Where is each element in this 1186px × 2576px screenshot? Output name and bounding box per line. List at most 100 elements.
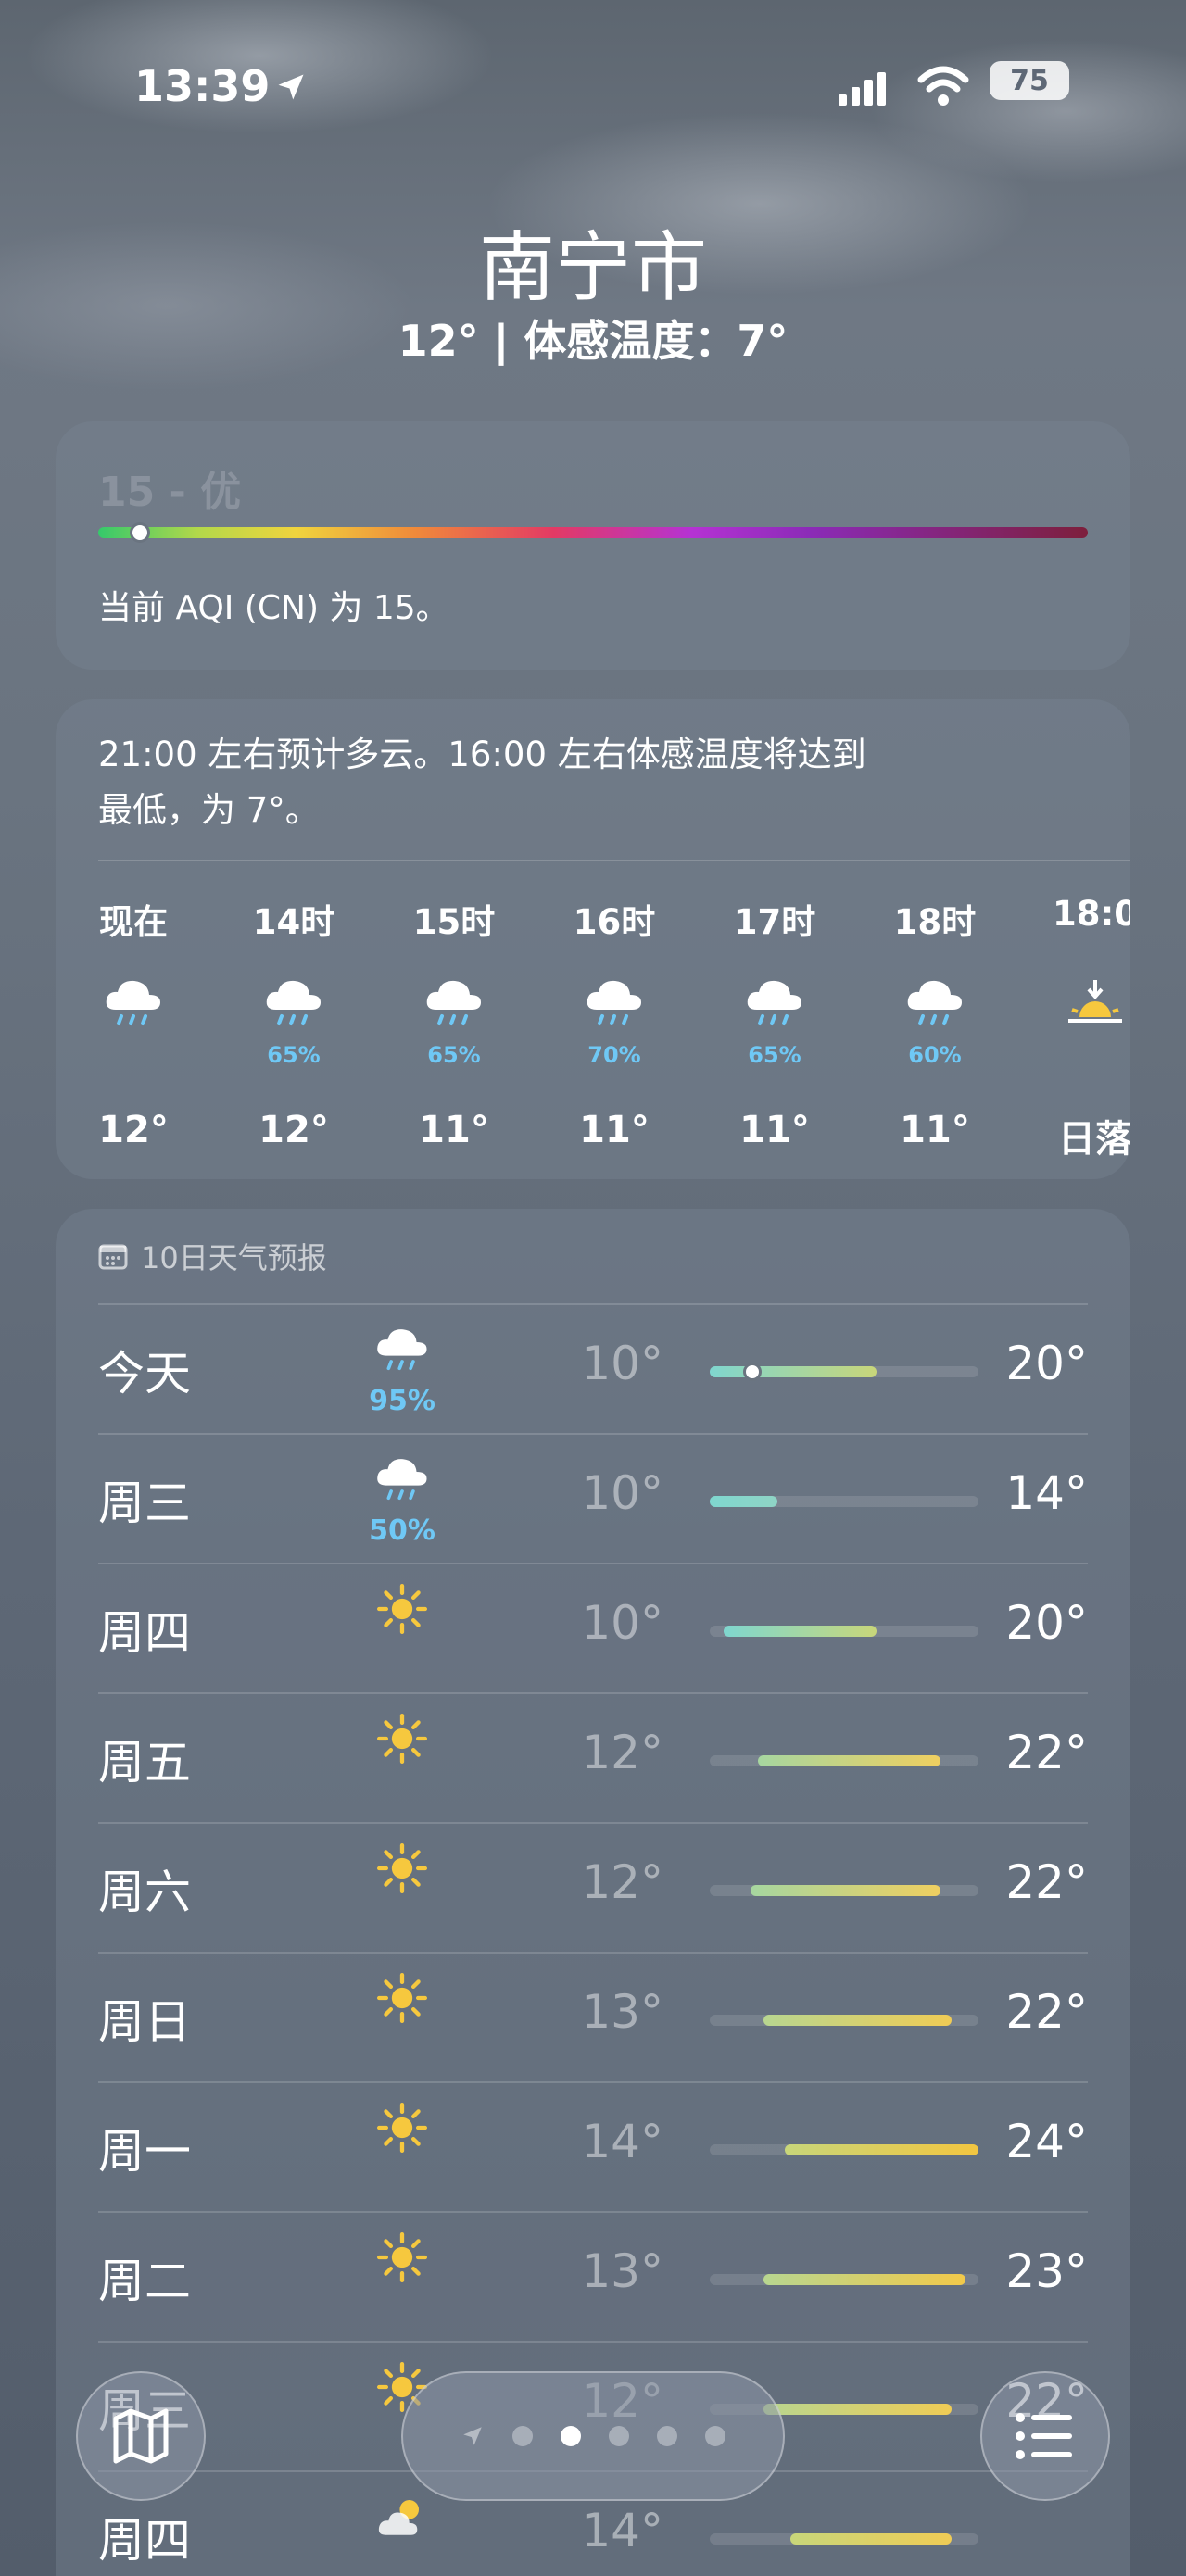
hourly-summary-line: 21:00 左右预计多云。16:00 左右体感温度将达到 [98, 735, 866, 774]
wifi-icon [917, 65, 969, 111]
daily-row[interactable]: 周五 12° 22° [98, 1692, 1088, 1822]
cloud-rain-icon [719, 968, 830, 1042]
temperature-range-track [710, 1885, 978, 1896]
battery-indicator: 75 [990, 61, 1069, 100]
page-dot[interactable] [657, 2426, 677, 2446]
hourly-summary: 21:00 左右预计多云。16:00 左右体感温度将达到 最低，为 7°。 [98, 727, 1025, 838]
sun-icon [360, 2100, 444, 2159]
day-name: 周四 [98, 2514, 191, 2568]
cloud-rain-icon: 50% [360, 1451, 444, 1547]
hourly-item: 17时 65% 11° [719, 894, 830, 1151]
low-temperature: 13° [581, 1985, 663, 2039]
temperature-range-track [710, 2274, 978, 2285]
sun-icon [377, 2103, 427, 2153]
aqi-card[interactable]: 15 - 优 当前 AQI (CN) 为 15。 [56, 421, 1130, 670]
current-temperature: 12° | 体感温度：7° [397, 316, 789, 366]
cloud-rain-icon [266, 980, 321, 1025]
cloud-rain-icon [587, 980, 641, 1025]
cloud-rain-icon [398, 968, 510, 1042]
hourly-item: 18时 60% 11° [879, 894, 990, 1151]
precip-chance [1040, 1042, 1130, 1070]
hour-label: 16时 [573, 902, 656, 942]
temperature-range-bar [785, 2144, 978, 2155]
map-button[interactable] [76, 2371, 206, 2501]
hourly-item: 14时 65% 12° [238, 894, 349, 1151]
daily-row[interactable]: 周二 13° 23° [98, 2211, 1088, 2341]
cloud-rain-icon [747, 980, 801, 1025]
low-temperature: 10° [581, 1466, 663, 1520]
daily-row[interactable]: 周日 13° 22° [98, 1952, 1088, 2081]
temperature-range-bar [710, 1496, 777, 1507]
page-dot[interactable] [705, 2426, 725, 2446]
precip-chance: 65% [267, 1042, 321, 1068]
high-temperature: 23° [1005, 2244, 1088, 2298]
low-temperature: 10° [581, 1596, 663, 1650]
hour-temperature: 12° [259, 1109, 329, 1151]
low-temperature: 12° [581, 1726, 663, 1779]
hourly-item: 现在 12° [78, 894, 189, 1151]
daily-row[interactable]: 周六 12° 22° [98, 1822, 1088, 1952]
page-dot[interactable] [512, 2426, 533, 2446]
precip-chance: 65% [427, 1042, 481, 1068]
current-temp-dot [743, 1363, 762, 1381]
high-temperature: 20° [1005, 1596, 1088, 1650]
daily-row[interactable]: 今天 95% 10° 20° [98, 1303, 1088, 1433]
page-indicator[interactable] [401, 2371, 785, 2501]
day-name: 周一 [98, 2125, 191, 2179]
cloud-rain-icon [377, 1329, 427, 1371]
daily-row[interactable]: 周三 50% 10° 14° [98, 1433, 1088, 1563]
hour-temperature: 11° [579, 1109, 650, 1151]
daily-row[interactable]: 周一 14° 24° [98, 2081, 1088, 2211]
divider [98, 860, 1130, 861]
temperature-range-bar [723, 1626, 877, 1637]
precip-chance: 65% [748, 1042, 801, 1068]
hourly-forecast-card[interactable]: 21:00 左右预计多云。16:00 左右体感温度将达到 最低，为 7°。 现在… [56, 699, 1130, 1179]
temperature-range-track [710, 2144, 978, 2155]
cloud-rain-icon [377, 1459, 427, 1501]
precip-chance: 50% [369, 1514, 435, 1547]
hour-label: 18时 [893, 902, 977, 942]
precip-chance: 60% [908, 1042, 962, 1068]
low-temperature: 10° [581, 1337, 663, 1390]
temperature-range-bar [763, 2015, 952, 2026]
hourly-item: 16时 70% 11° [559, 894, 670, 1151]
cloud-rain-icon [106, 980, 160, 1025]
sun-icon [377, 1714, 427, 1764]
hour-label: 14时 [252, 902, 335, 942]
cloud-rain-icon [907, 980, 962, 1025]
page-dot[interactable] [561, 2426, 581, 2446]
sun-icon [360, 1970, 444, 2029]
city-list-button[interactable] [980, 2371, 1110, 2501]
aqi-indicator-dot [130, 522, 150, 543]
low-temperature: 14° [581, 2504, 663, 2557]
hour-temperature: 11° [419, 1109, 489, 1151]
cloud-rain-icon [238, 968, 349, 1042]
hour-label: 现在 [99, 902, 168, 942]
status-time: 13:39 [134, 61, 271, 111]
hour-temperature: 12° [98, 1109, 169, 1151]
sun-icon [360, 2230, 444, 2289]
high-temperature: 24° [1005, 2115, 1088, 2168]
sunset-icon [1068, 980, 1122, 1023]
day-name: 周四 [98, 1606, 191, 1660]
high-temperature: 14° [1005, 1466, 1088, 1520]
hour-temperature: 11° [739, 1109, 810, 1151]
status-bar: 13:39 75 [0, 54, 1186, 119]
calendar-icon [98, 1244, 128, 1270]
high-temperature: 20° [1005, 1337, 1088, 1390]
hour-label: 15时 [412, 902, 496, 942]
cellular-signal-icon [839, 72, 898, 109]
temperature-range-bar [710, 1366, 877, 1377]
high-temperature: 22° [1005, 1726, 1088, 1779]
temperature-range-track [710, 1496, 978, 1507]
temperature-range-bar [763, 2274, 965, 2285]
hour-temperature: 11° [900, 1109, 970, 1151]
daily-row[interactable]: 周四 10° 20° [98, 1563, 1088, 1692]
low-temperature: 14° [581, 2115, 663, 2168]
temperature-range-track [710, 1626, 978, 1637]
page-dot[interactable] [609, 2426, 629, 2446]
hour-temperature: 日落 [1058, 1118, 1130, 1161]
sun-icon [360, 1711, 444, 1770]
map-icon [113, 2408, 169, 2464]
sunset-icon [1040, 968, 1130, 1042]
